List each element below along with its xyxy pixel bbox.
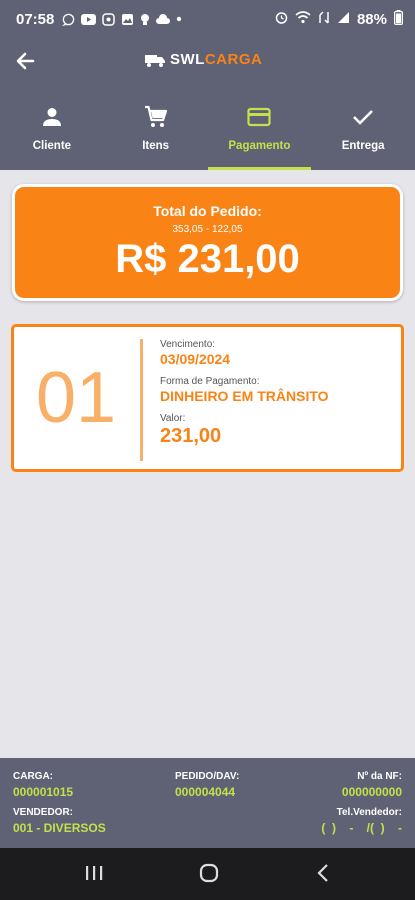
order-total-card: Total do Pedido: 353,05 - 122,05 R$ 231,… (12, 184, 403, 301)
tab-entrega-label: Entrega (341, 140, 385, 152)
check-icon (350, 104, 376, 130)
payment-method-value: DINHEIRO EM TRÂNSITO (160, 388, 329, 404)
wifi-icon (295, 11, 311, 27)
dot-icon (176, 16, 182, 22)
tab-itens-label: Itens (142, 140, 170, 152)
tab-pagamento[interactable]: Pagamento (207, 84, 312, 170)
credit-card-icon (246, 104, 272, 130)
status-time: 07:58 (16, 10, 55, 28)
step-tabs: Cliente Itens Pagamento Entrega (0, 84, 415, 170)
cloud-icon (156, 13, 171, 25)
status-bar: 07:58 88% (0, 0, 415, 38)
app-bar: SWLCARGA (0, 38, 415, 84)
payment-method-label: Forma de Pagamento: (160, 376, 260, 387)
tab-itens[interactable]: Itens (104, 84, 208, 170)
recent-apps-button[interactable] (85, 863, 103, 888)
vendedor-value: 001 - DIVERSOS (13, 821, 106, 835)
nf-value: 000000000 (341, 785, 402, 799)
amount-label: Valor: (160, 413, 186, 424)
gallery-icon (121, 13, 134, 26)
person-icon (39, 104, 65, 130)
whatsapp-icon (62, 13, 75, 26)
installment-info: Vencimento: 03/09/2024 Forma de Pagament… (160, 339, 329, 448)
nf-field: Nº da NF: 000000000 (342, 771, 402, 799)
truck-icon (145, 54, 165, 67)
recent-apps-icon (86, 866, 103, 880)
carga-value: 000001015 (13, 785, 74, 799)
tab-cliente[interactable]: Cliente (0, 84, 104, 170)
swl-carga-logo: SWLCARGA (144, 51, 262, 68)
alarm-icon (275, 11, 288, 27)
total-title: Total do Pedido: (153, 203, 262, 219)
tab-cliente-label: Cliente (32, 140, 72, 152)
carga-field: CARGA: 000001015 (13, 771, 73, 799)
system-back-button[interactable] (316, 863, 330, 888)
amount-value: 231,00 (160, 425, 222, 447)
signal-icon (337, 11, 350, 27)
tab-pagamento-label: Pagamento (228, 140, 291, 152)
order-info-footer: CARGA: 000001015 PEDIDO/DAV: 000004044 N… (0, 758, 415, 848)
total-value: R$ 231,00 (115, 237, 300, 281)
vendedor-field: VENDEDOR: 001 - DIVERSOS (13, 807, 106, 835)
volte-icon (318, 11, 330, 27)
tab-entrega[interactable]: Entrega (311, 84, 415, 170)
notification-icons (62, 12, 182, 26)
battery-icon (393, 10, 404, 28)
due-date-label: Vencimento: (160, 339, 216, 350)
tel-vendedor-label: Tel.Vendedor: (336, 807, 402, 818)
back-button[interactable] (14, 48, 44, 74)
bulb-icon (140, 13, 150, 26)
carga-label: CARGA: (13, 771, 53, 782)
nf-label: Nº da NF: (357, 771, 402, 782)
tel-vendedor-value: ( ) - /( ) - (321, 821, 402, 835)
vendedor-label: VENDEDOR: (13, 807, 74, 818)
system-nav-bar (0, 848, 415, 900)
battery-level: 88% (356, 10, 387, 28)
logo-carga: CARGA (204, 51, 263, 68)
tel-vendedor-field: Tel.Vendedor: ( ) - /( ) - (321, 807, 402, 835)
cart-icon (143, 104, 169, 130)
installment-card[interactable]: 01 Vencimento: 03/09/2024 Forma de Pagam… (11, 324, 404, 472)
total-calculation: 353,05 - 122,05 (172, 224, 243, 235)
back-arrow-icon (16, 52, 35, 70)
pedido-value: 000004044 (175, 785, 236, 799)
due-date-value: 03/09/2024 (160, 351, 231, 367)
app-icon (102, 12, 116, 26)
logo-swl: SWL (170, 51, 205, 68)
pedido-field: PEDIDO/DAV: 000004044 (175, 771, 239, 799)
home-button[interactable] (199, 863, 219, 888)
chevron-left-icon (317, 864, 328, 882)
home-icon (199, 863, 219, 883)
pedido-label: PEDIDO/DAV: (175, 771, 240, 782)
installment-divider (140, 339, 143, 461)
youtube-icon (81, 13, 97, 25)
installment-number: 01 (36, 358, 117, 438)
